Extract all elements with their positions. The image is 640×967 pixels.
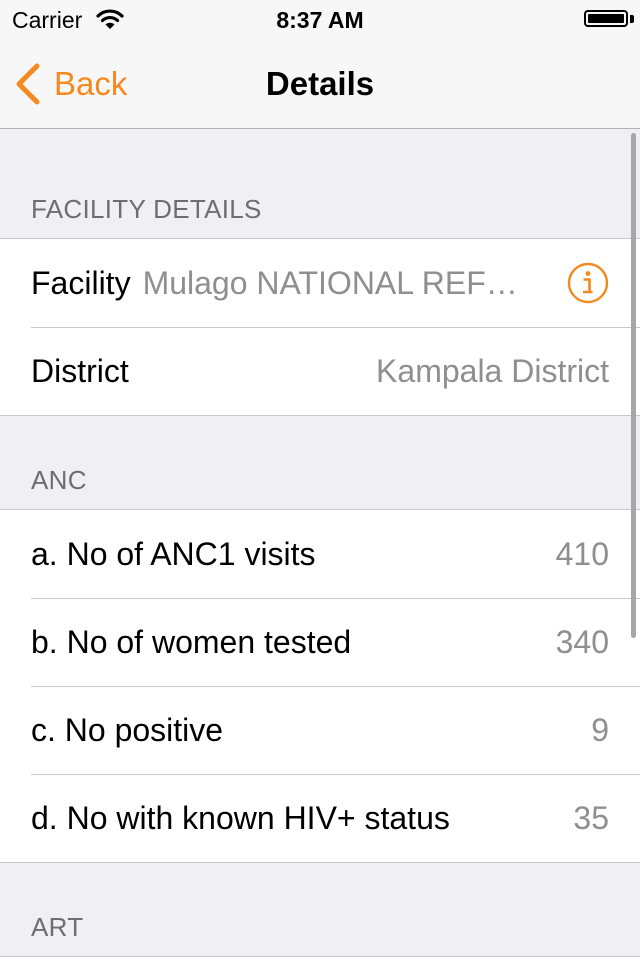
facility-row[interactable]: Facility Mulago NATIONAL REF… — [0, 239, 640, 327]
info-icon[interactable] — [567, 262, 609, 304]
district-row[interactable]: District Kampala District — [0, 327, 640, 415]
battery-icon — [584, 10, 628, 27]
known-hiv-status-label: d. No with known HIV+ status — [31, 799, 450, 836]
status-bar: Carrier 8:37 AM — [0, 0, 640, 40]
anc1-visits-value: 410 — [555, 535, 609, 572]
women-tested-label: b. No of women tested — [31, 623, 352, 660]
facility-label: Facility — [31, 264, 131, 301]
women-tested-value: 340 — [555, 623, 609, 660]
navigation-bar: Back Details — [0, 40, 640, 129]
facility-details-group: Facility Mulago NATIONAL REF… District K… — [0, 238, 640, 416]
page-title: Details — [265, 65, 375, 102]
art-group — [0, 956, 640, 967]
anc1-visits-label: a. No of ANC1 visits — [31, 535, 316, 572]
district-label: District — [31, 352, 129, 389]
section-header-anc: ANC — [31, 465, 87, 495]
section-header-art: ART — [31, 912, 84, 942]
clock: 8:37 AM — [276, 7, 364, 33]
section-header-facility: FACILITY DETAILS — [31, 194, 262, 224]
list-item[interactable]: c. No positive 9 — [0, 686, 640, 774]
positive-value: 9 — [591, 711, 609, 748]
positive-label: c. No positive — [31, 711, 224, 748]
facility-value: Mulago NATIONAL REF… — [142, 264, 518, 301]
list-item[interactable]: d. No with known HIV+ status 35 — [0, 774, 640, 862]
known-hiv-status-value: 35 — [573, 799, 609, 836]
scroll-indicator — [631, 133, 636, 638]
list-item[interactable]: b. No of women tested 340 — [0, 598, 640, 686]
battery-tip — [630, 15, 634, 23]
list-item[interactable]: a. No of ANC1 visits 410 — [0, 510, 640, 598]
district-value: Kampala District — [376, 352, 609, 389]
anc-group: a. No of ANC1 visits 410 b. No of women … — [0, 509, 640, 863]
